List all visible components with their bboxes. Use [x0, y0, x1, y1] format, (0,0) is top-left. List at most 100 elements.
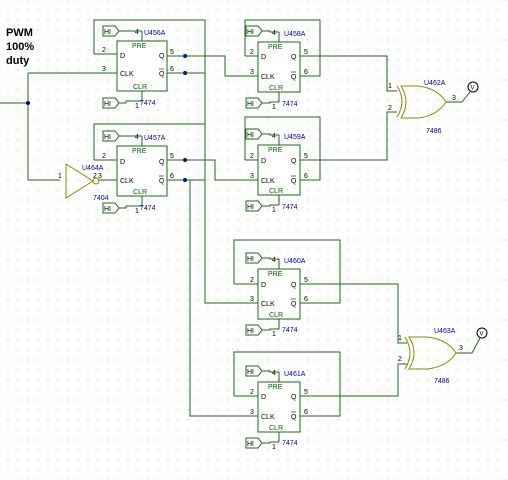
- wire-u457qb-u461clk: [185, 179, 258, 417]
- pin-label-d: D: [261, 282, 266, 289]
- pin-label-clk: CLK: [120, 178, 134, 185]
- xor-input-arc: [396, 85, 403, 118]
- probe-label: V: [480, 332, 484, 338]
- pin-num: 2: [93, 173, 97, 180]
- pin-label-qbar: Q: [291, 414, 297, 421]
- pin-num: 1: [388, 83, 392, 90]
- inverter-u464a[interactable]: 1 2 3 U464A 7404: [58, 163, 109, 202]
- pin-num: 3: [452, 95, 456, 102]
- pin-num: 4: [272, 370, 276, 377]
- svg-text:HI: HI: [104, 134, 111, 141]
- pin-label-clr: CLR: [269, 425, 283, 432]
- junction-dot: [26, 101, 30, 105]
- schematic-svg: PRE D CLK Q Q CLR 2 3 5 6 4 1 U456A 7474…: [0, 19, 488, 451]
- pin-label-clr: CLR: [269, 85, 283, 92]
- flipflop-u459a[interactable]: PRE D CLK Q Q CLR 2 3 5 6 4 1 U459A 7474…: [245, 128, 308, 214]
- pin-num: 5: [304, 153, 308, 160]
- svg-text:HI: HI: [247, 204, 254, 211]
- flipflop-u456a[interactable]: PRE D CLK Q Q CLR 2 3 5 6 4 1 U456A 7474…: [102, 25, 185, 110]
- xor-ref-label: U462A: [424, 80, 446, 87]
- pin-num: 6: [304, 296, 308, 303]
- xor-ref-label: U463A: [434, 328, 456, 335]
- svg-text:HI: HI: [247, 132, 254, 139]
- pin-label-clk: CLK: [261, 74, 275, 81]
- pin-label-d: D: [120, 159, 125, 166]
- ff-part-label: 7474: [282, 327, 298, 334]
- pin-label-q: Q: [159, 159, 165, 166]
- pin-num: 3: [459, 345, 463, 352]
- pin-label-clk: CLK: [120, 71, 134, 78]
- flipflop-u458a[interactable]: PRE D CLK Q Q CLR 2 3 5 6 4 1 U458A 7474…: [245, 25, 308, 111]
- pin-num: 6: [170, 66, 174, 73]
- pin-label-d: D: [261, 394, 266, 401]
- pin-num: 2: [102, 47, 106, 54]
- xor-body: [408, 336, 457, 370]
- svg-text:HI: HI: [247, 328, 254, 335]
- svg-text:HI: HI: [247, 369, 254, 376]
- pin-label-d: D: [261, 158, 266, 165]
- pin-num: 3: [98, 173, 102, 180]
- svg-text:HI: HI: [247, 101, 254, 108]
- xor-gate-u462a[interactable]: 1 2 3 U462A 7486: [388, 80, 456, 135]
- flipflop-u457a[interactable]: PRE D CLK Q Q CLR 2 5 6 4 1 U457A 7474 H…: [102, 130, 185, 215]
- pin-label-clk: CLK: [261, 414, 275, 421]
- xor-body: [400, 85, 447, 119]
- pin-label-qbar: Q: [159, 71, 165, 78]
- pin-num: 5: [304, 389, 308, 396]
- pin-num: 1: [58, 173, 62, 180]
- pin-label-clk: CLK: [261, 301, 275, 308]
- pin-label-pre: PRE: [268, 384, 283, 391]
- pin-label-q: Q: [291, 158, 297, 165]
- pin-num: 1: [272, 444, 276, 451]
- svg-text:HI: HI: [247, 29, 254, 36]
- wire-u457q-u459clk: [185, 159, 258, 181]
- probe-label: V: [471, 86, 475, 92]
- pin-num: 3: [102, 66, 106, 73]
- voltage-probe-2[interactable]: V: [476, 327, 488, 339]
- pin-label-pre: PRE: [268, 44, 283, 51]
- pin-num: 3: [250, 409, 254, 416]
- ff-ref-label: U459A: [284, 134, 306, 141]
- pin-num: 4: [135, 29, 139, 36]
- pin-num: 2: [102, 153, 106, 160]
- pin-label-d: D: [120, 53, 125, 60]
- pin-num: 3: [250, 69, 254, 76]
- pin-label-q: Q: [291, 394, 297, 401]
- pin-num: 5: [170, 153, 174, 160]
- pin-num: 2: [398, 356, 402, 363]
- wire-clock-bus: [27, 73, 60, 181]
- pin-label-pre: PRE: [132, 43, 147, 50]
- pin-label-qbar: Q: [291, 301, 297, 308]
- pin-num: 6: [304, 409, 308, 416]
- pin-label-pre: PRE: [268, 271, 283, 278]
- wire-u460q-xor2: [300, 283, 407, 344]
- pin-label-q: Q: [291, 282, 297, 289]
- pin-num: 6: [304, 69, 308, 76]
- flipflop-u461a[interactable]: PRE D CLK Q Q CLR 2 3 5 6 4 1 U461A 7474…: [245, 365, 308, 451]
- pin-num: 4: [135, 134, 139, 141]
- ff-ref-label: U461A: [284, 371, 306, 378]
- wire-u459q-xor1: [300, 111, 397, 161]
- pin-num: 3: [250, 173, 254, 180]
- wire-u461q-xor2: [300, 363, 407, 397]
- flipflop-u460a[interactable]: PRE D CLK Q Q CLR 2 3 5 6 4 1 U460A 7474…: [245, 252, 308, 338]
- pin-label-q: Q: [159, 53, 165, 60]
- pin-num: 1: [135, 208, 139, 215]
- pin-num: 2: [250, 277, 254, 284]
- pin-num: 1: [272, 331, 276, 338]
- ff-part-label: 7474: [282, 440, 298, 447]
- xor-gate-u463a[interactable]: 1 2 3 U463A 7486: [398, 328, 463, 385]
- svg-text:HI: HI: [247, 256, 254, 263]
- pin-label-clr: CLR: [269, 188, 283, 195]
- pin-label-qbar: Q: [291, 178, 297, 185]
- pin-num: 2: [250, 389, 254, 396]
- xor-part-label: 7486: [426, 128, 442, 135]
- ff-part-label: 7474: [140, 100, 156, 107]
- ff-part-label: 7474: [140, 205, 156, 212]
- pin-num: 5: [304, 277, 308, 284]
- pin-num: 4: [272, 30, 276, 37]
- svg-text:HI: HI: [104, 101, 111, 108]
- voltage-probe-1[interactable]: V: [467, 81, 479, 93]
- pin-num: 6: [170, 173, 174, 180]
- svg-text:HI: HI: [104, 206, 111, 213]
